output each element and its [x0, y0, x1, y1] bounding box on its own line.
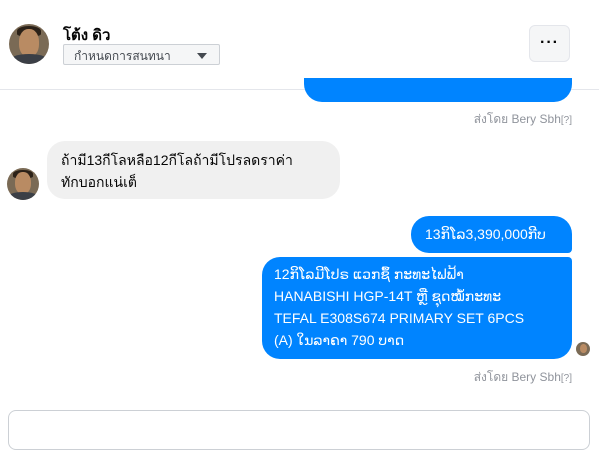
- help-link[interactable]: [?]: [561, 373, 572, 384]
- more-options-button[interactable]: ···: [529, 25, 570, 62]
- outgoing-message-bubble[interactable]: [304, 78, 572, 102]
- contact-avatar[interactable]: [9, 24, 49, 64]
- customize-chat-button[interactable]: กำหนดการสนทนา: [63, 44, 220, 65]
- sent-by-label: ส่งโดย Bery Sbh[?]: [473, 370, 572, 384]
- customize-chat-label: กำหนดการสนทนา: [74, 49, 171, 63]
- outgoing-message-line: HANABISHI HGP-14T ຫຼື ຊຸດໝໍ້ກະທະ: [274, 288, 502, 304]
- more-dots-icon: ···: [540, 34, 559, 51]
- help-link[interactable]: [?]: [561, 115, 572, 126]
- seen-avatar: [576, 342, 590, 356]
- sent-by-label: ส่งโดย Bery Sbh[?]: [473, 112, 572, 126]
- sender-avatar[interactable]: [7, 168, 39, 200]
- incoming-message-line: ทักบอกแน่เต็: [61, 174, 137, 190]
- outgoing-message-bubble[interactable]: 12ກິໂລມີໂປຣ ແວກຊຶ້ ກະທະໄຟຟ້າ HANABISHI H…: [262, 257, 572, 359]
- conversation-header: โต้ง ดิว กำหนดการสนทนา ···: [0, 0, 599, 90]
- message-composer[interactable]: [8, 410, 590, 450]
- incoming-message-line: ถ้ามี13กีโลหลือ12กีโลถ้ามีโปรลดราค่า: [61, 152, 293, 168]
- outgoing-message-line: TEFAL E308S674 PRIMARY SET 6PCS: [274, 310, 525, 326]
- caret-down-icon: [197, 53, 207, 59]
- outgoing-message-text: 13ກິໂລ3,390,000ກີບ: [425, 226, 546, 242]
- outgoing-message-line: (A) ໃນລາຄາ 790 ບາດ: [274, 332, 405, 348]
- incoming-message-bubble[interactable]: ถ้ามี13กีโลหลือ12กีโลถ้ามีโปรลดราค่า ทัก…: [47, 141, 340, 199]
- outgoing-message-line: 12ກິໂລມີໂປຣ ແວກຊຶ້ ກະທະໄຟຟ້າ: [274, 266, 464, 282]
- outgoing-message-bubble[interactable]: 13ກິໂລ3,390,000ກີບ: [411, 216, 572, 253]
